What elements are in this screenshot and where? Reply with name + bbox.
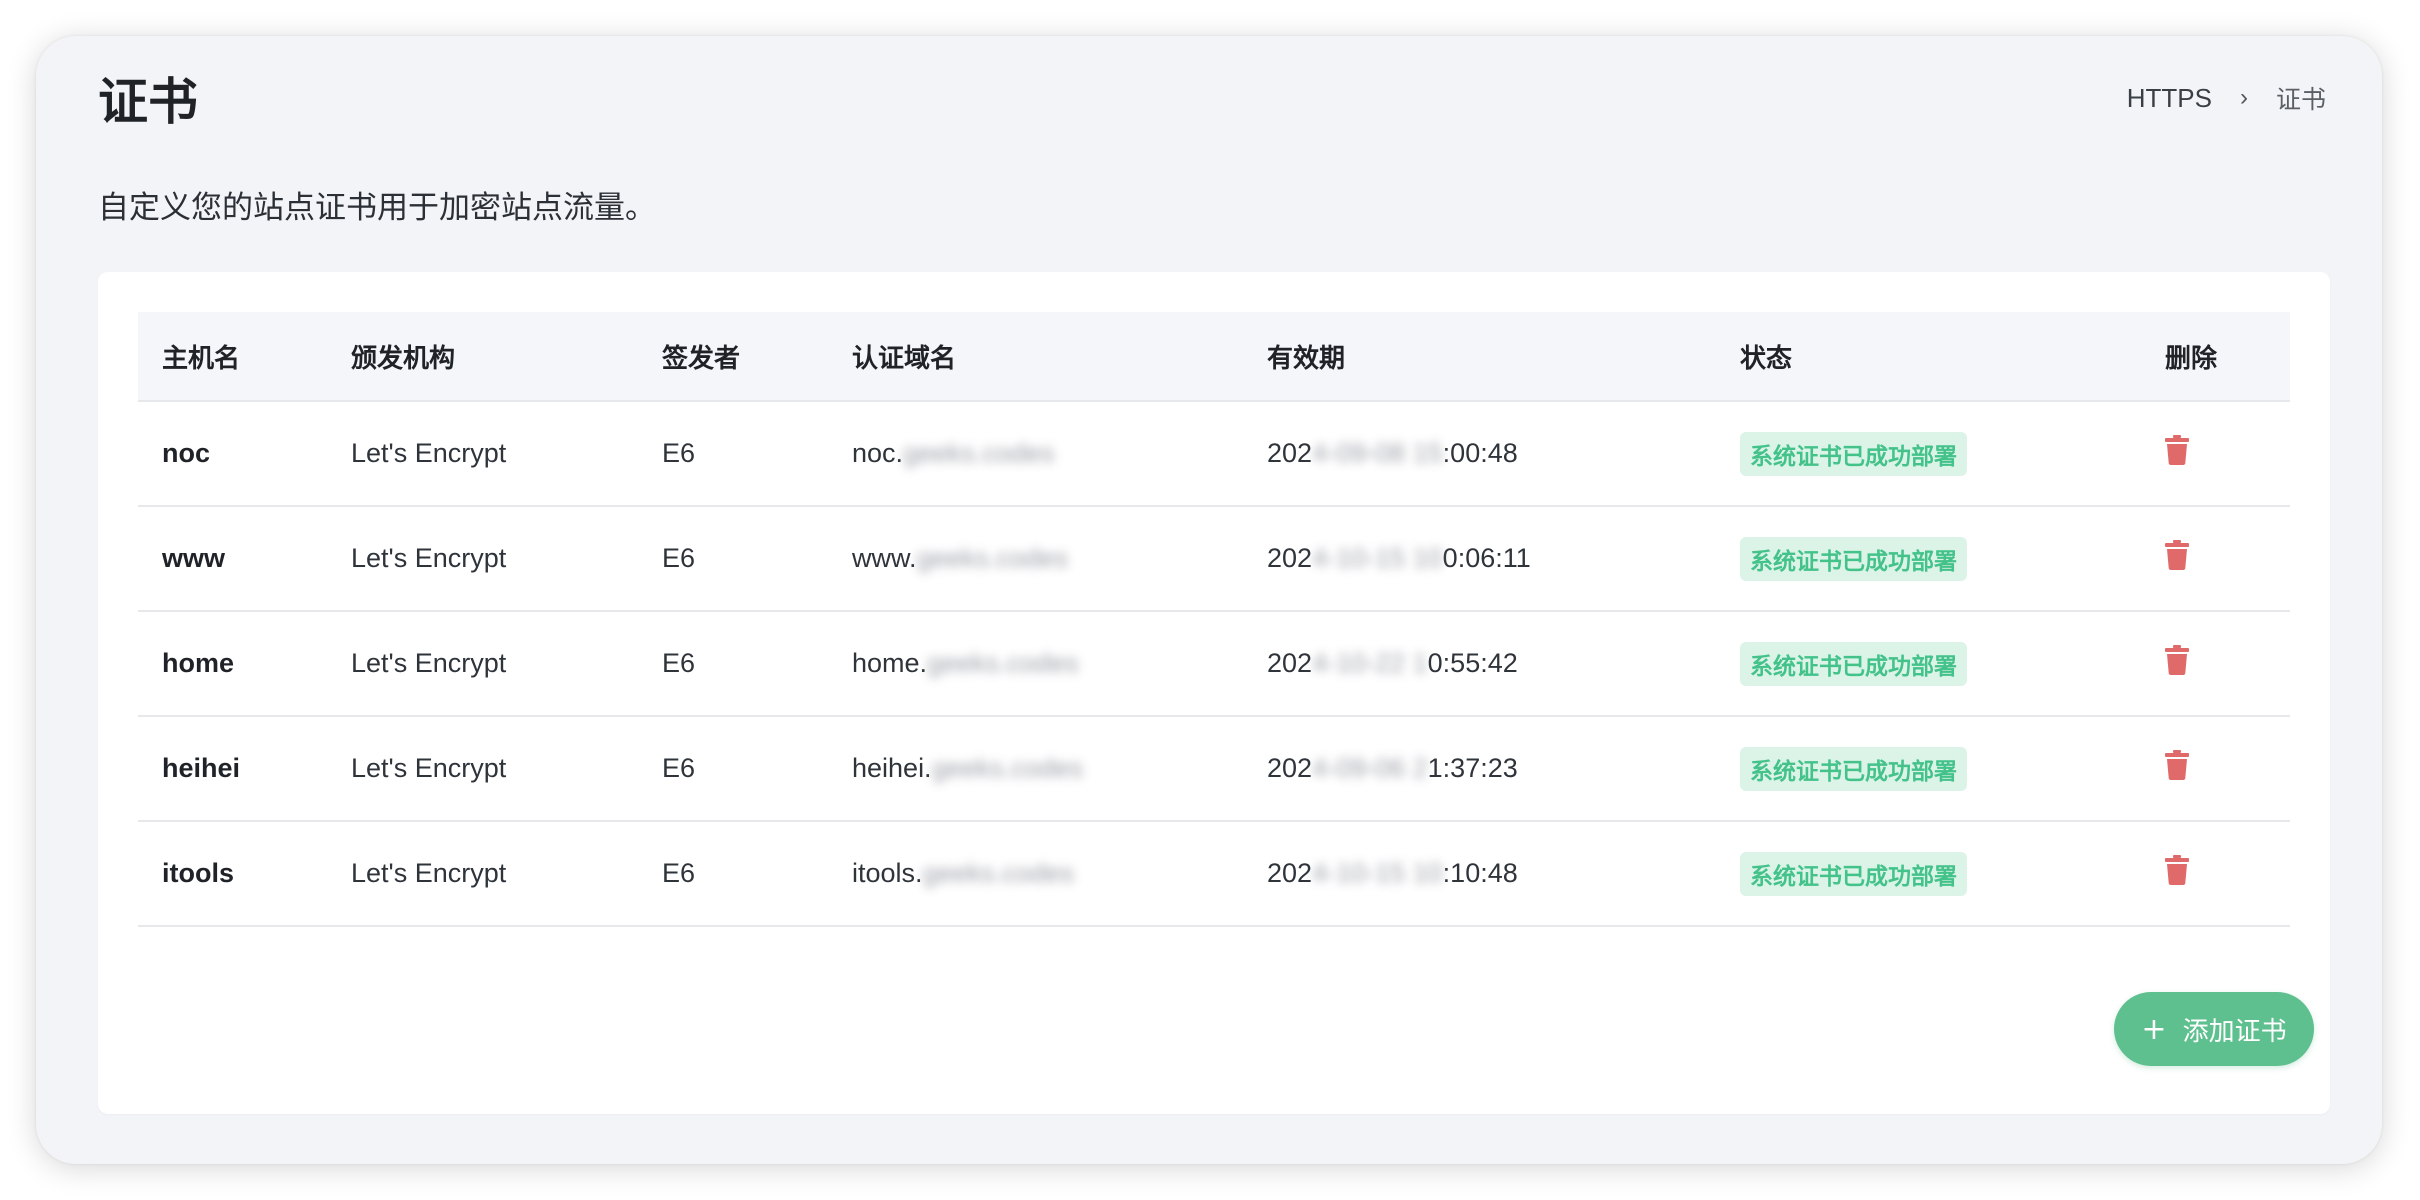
cell-issuer: Let's Encrypt (351, 753, 507, 783)
breadcrumb-https-link[interactable]: HTTPS (2127, 83, 2212, 114)
certificates-card: 主机名 颁发机构 签发者 认证域名 有效期 状态 删除 noc Let's En… (98, 272, 2330, 1114)
expiry-start: 202 (1267, 858, 1313, 888)
column-header-domain: 认证域名 (852, 343, 957, 374)
cell-expiry: 2024-10-15 10:10:48 (1267, 858, 1740, 889)
expiry-end: :10:48 (1442, 858, 1518, 888)
column-header-issuer: 颁发机构 (351, 343, 456, 374)
cell-host: noc (162, 438, 211, 468)
expiry-redacted: 4-10-22 1 (1312, 648, 1428, 678)
expiry-end: 1:37:23 (1427, 753, 1518, 783)
expiry-start: 202 (1267, 753, 1313, 783)
cell-delete (2165, 540, 2285, 577)
column-header-status: 状态 (1740, 343, 1793, 374)
expiry-start: 202 (1267, 543, 1313, 573)
trash-icon[interactable] (2165, 645, 2189, 675)
expiry-redacted: 4-10-15 10 (1312, 543, 1443, 573)
domain-visible: noc. (852, 438, 904, 468)
expiry-end: :00:48 (1442, 438, 1518, 468)
expiry-start: 202 (1267, 648, 1313, 678)
domain-visible: www. (852, 543, 917, 573)
status-badge: 系统证书已成功部署 (1740, 431, 1967, 476)
domain-redacted: geeks.codes (916, 543, 1069, 573)
status-badge: 系统证书已成功部署 (1740, 746, 1967, 791)
trash-icon[interactable] (2165, 750, 2189, 780)
trash-icon[interactable] (2165, 855, 2189, 885)
cell-expiry: 2024-10-22 10:55:42 (1267, 648, 1740, 679)
cell-delete (2165, 645, 2285, 682)
certificates-table: 主机名 颁发机构 签发者 认证域名 有效期 状态 删除 noc Let's En… (138, 312, 2290, 927)
cell-host: www (162, 543, 226, 573)
cell-domain: heihei.geeks.codes (852, 753, 1267, 784)
domain-visible: itools. (852, 858, 923, 888)
table-row: heihei Let's Encrypt E6 heihei.geeks.cod… (138, 717, 2290, 822)
cell-expiry: 2024-10-15 100:06:11 (1267, 543, 1740, 574)
cell-expiry: 2024-09-08 15:00:48 (1267, 438, 1740, 469)
cell-expiry: 2024-09-06 21:37:23 (1267, 753, 1740, 784)
cell-domain: itools.geeks.codes (852, 858, 1267, 889)
page-subtitle: 自定义您的站点证书用于加密站点流量。 (98, 190, 656, 226)
table-header: 主机名 颁发机构 签发者 认证域名 有效期 状态 删除 (138, 312, 2290, 402)
expiry-start: 202 (1267, 438, 1313, 468)
plus-icon: + (2141, 1011, 2167, 1047)
column-header-delete: 删除 (2165, 343, 2218, 374)
cell-host: itools (162, 858, 234, 888)
cell-signer: E6 (662, 648, 696, 678)
column-header-signer: 签发者 (662, 343, 741, 374)
trash-icon[interactable] (2165, 435, 2189, 465)
column-header-host: 主机名 (162, 343, 241, 374)
domain-visible: home. (852, 648, 928, 678)
table-row: itools Let's Encrypt E6 itools.geeks.cod… (138, 822, 2290, 927)
status-badge: 系统证书已成功部署 (1740, 851, 1967, 896)
cell-status: 系统证书已成功部署 (1740, 641, 2165, 686)
column-header-expiry: 有效期 (1267, 343, 1346, 374)
add-certificate-button[interactable]: + 添加证书 (2114, 992, 2314, 1066)
cell-issuer: Let's Encrypt (351, 858, 507, 888)
expiry-redacted: 4-09-08 15 (1312, 438, 1443, 468)
cell-status: 系统证书已成功部署 (1740, 851, 2165, 896)
cell-host: heihei (162, 753, 241, 783)
cell-delete (2165, 435, 2285, 472)
breadcrumb-current: 证书 (2275, 85, 2326, 114)
domain-redacted: geeks.codes (922, 858, 1075, 888)
cell-host: home (162, 648, 235, 678)
domain-redacted: geeks.codes (931, 753, 1084, 783)
table-row: home Let's Encrypt E6 home.geeks.codes 2… (138, 612, 2290, 717)
status-badge: 系统证书已成功部署 (1740, 641, 1967, 686)
cell-signer: E6 (662, 858, 696, 888)
cell-issuer: Let's Encrypt (351, 438, 507, 468)
breadcrumb-separator-icon: › (2239, 84, 2248, 111)
cell-issuer: Let's Encrypt (351, 648, 507, 678)
expiry-redacted: 4-10-15 10 (1312, 858, 1443, 888)
page-title: 证书 (98, 73, 198, 131)
expiry-redacted: 4-09-06 2 (1312, 753, 1428, 783)
app-window: 证书 HTTPS › 证书 自定义您的站点证书用于加密站点流量。 主机名 颁发机… (36, 36, 2382, 1164)
cell-status: 系统证书已成功部署 (1740, 431, 2165, 476)
add-certificate-label: 添加证书 (2182, 1016, 2287, 1047)
cell-domain: www.geeks.codes (852, 543, 1267, 574)
cell-signer: E6 (662, 543, 696, 573)
domain-redacted: geeks.codes (927, 648, 1079, 678)
domain-visible: heihei. (852, 753, 932, 783)
expiry-end: 0:06:11 (1442, 543, 1531, 573)
cell-delete (2165, 855, 2285, 892)
cell-signer: E6 (662, 438, 696, 468)
cell-domain: noc.geeks.codes (852, 438, 1267, 469)
table-row: noc Let's Encrypt E6 noc.geeks.codes 202… (138, 402, 2290, 507)
trash-icon[interactable] (2165, 540, 2189, 570)
domain-redacted: geeks.codes (903, 438, 1055, 468)
breadcrumb: HTTPS › 证书 (2127, 80, 2326, 116)
table-row: www Let's Encrypt E6 www.geeks.codes 202… (138, 507, 2290, 612)
cell-status: 系统证书已成功部署 (1740, 536, 2165, 581)
cell-delete (2165, 750, 2285, 787)
expiry-end: 0:55:42 (1427, 648, 1518, 678)
cell-domain: home.geeks.codes (852, 648, 1267, 679)
status-badge: 系统证书已成功部署 (1740, 536, 1967, 581)
cell-issuer: Let's Encrypt (351, 543, 507, 573)
cell-signer: E6 (662, 753, 696, 783)
cell-status: 系统证书已成功部署 (1740, 746, 2165, 791)
